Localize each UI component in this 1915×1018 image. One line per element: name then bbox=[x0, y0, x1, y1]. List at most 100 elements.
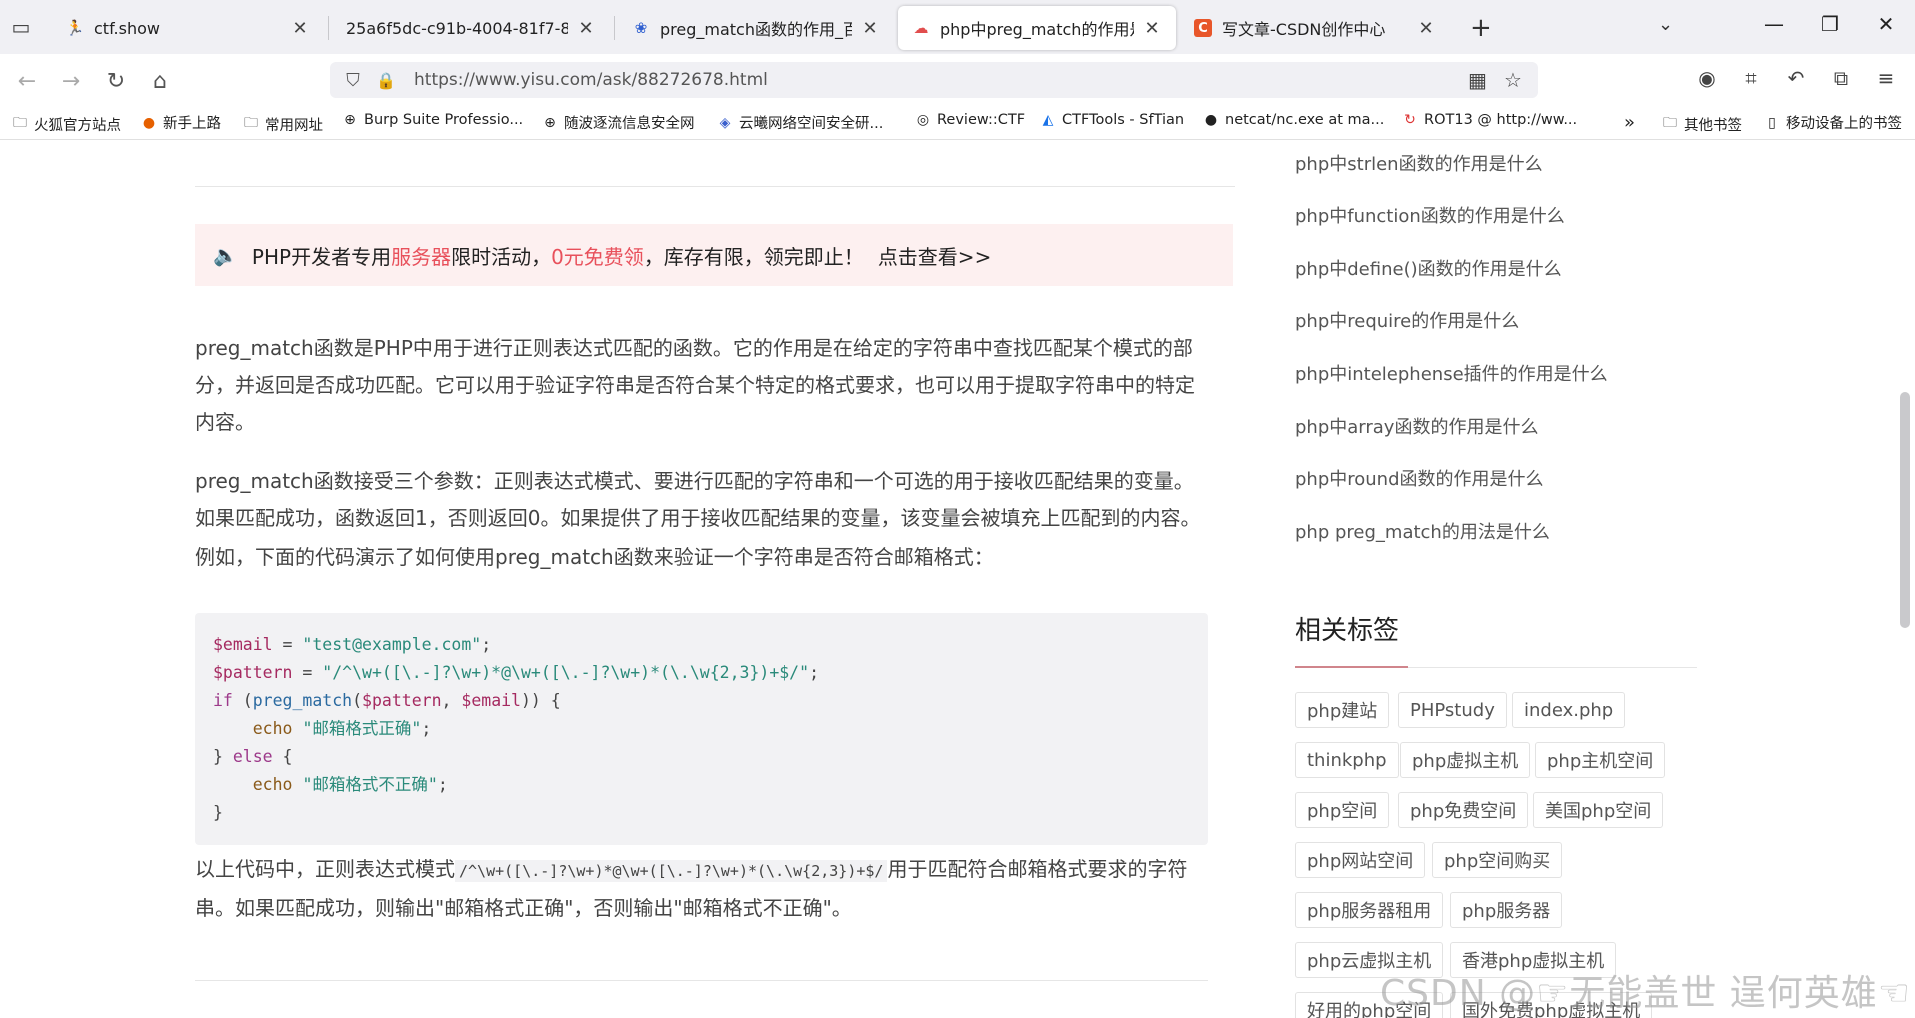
csdn-icon: C bbox=[1194, 19, 1212, 37]
account-icon[interactable]: ◉ bbox=[1692, 66, 1722, 90]
back-button[interactable]: ← bbox=[12, 66, 42, 96]
related-link[interactable]: php preg_match的用法是什么 bbox=[1295, 518, 1550, 544]
navigation-bar: ← → ↻ ⌂ ⛉ 🔒 https://www.yisu.com/ask/882… bbox=[0, 54, 1915, 106]
speaker-icon: 🔈 bbox=[213, 243, 238, 267]
tag[interactable]: php服务器租用 bbox=[1295, 892, 1444, 928]
tag[interactable]: thinkphp bbox=[1295, 742, 1399, 778]
tag[interactable]: php虚拟主机 bbox=[1400, 742, 1531, 778]
close-icon[interactable]: ✕ bbox=[290, 18, 310, 39]
tab-uuid[interactable]: 25a6f5dc-c91b-4004-81f7-8a182 ✕ bbox=[332, 6, 610, 50]
crop-screenshot-icon[interactable]: ⌗ bbox=[1736, 66, 1766, 90]
tab-baidu[interactable]: ❀ preg_match函数的作用_百度搜 ✕ bbox=[618, 6, 894, 50]
bookmarks-toolbar: 🗀 火狐官方站点 ● 新手上路 🗀 常用网址 ⊕ Burp Suite Professi… bbox=[0, 106, 1915, 140]
tab-title: php中preg_match的作用是什么 bbox=[940, 20, 1134, 39]
runner-icon: 🏃 bbox=[65, 19, 85, 37]
url-text[interactable]: https://www.yisu.com/ask/88272678.html bbox=[414, 70, 768, 90]
rot13-icon: ↻ bbox=[1404, 112, 1416, 128]
inline-code: /^\w+([\.-]?\w+)*@\w+([\.-]?\w+)*(\.\w{2… bbox=[455, 860, 888, 882]
bookmark-item[interactable]: ◎ Review::CTF bbox=[915, 112, 1025, 128]
tab-title: preg_match函数的作用_百度搜 bbox=[660, 20, 852, 39]
bookmark-item[interactable]: ● 新手上路 bbox=[141, 112, 221, 133]
folder-icon: 🗀 bbox=[1663, 115, 1677, 131]
bookmark-star-icon[interactable]: ☆ bbox=[1504, 68, 1522, 92]
cloud-icon: ☁ bbox=[913, 19, 929, 37]
close-icon[interactable]: ✕ bbox=[1416, 18, 1436, 39]
related-link[interactable]: php中require的作用是什么 bbox=[1295, 307, 1519, 333]
article-paragraph: preg_match函数是PHP中用于进行正则表达式匹配的函数。它的作用是在给定… bbox=[195, 336, 1195, 434]
bookmark-folder-mobile[interactable]: ▯ 移动设备上的书签 bbox=[1764, 112, 1902, 133]
shield-icon[interactable]: ⛉ bbox=[342, 70, 364, 91]
globe-icon: ⊕ bbox=[544, 114, 556, 131]
close-icon[interactable]: ✕ bbox=[860, 18, 880, 39]
related-link[interactable]: php中round函数的作用是什么 bbox=[1295, 465, 1544, 491]
lock-icon[interactable]: 🔒 bbox=[376, 71, 396, 90]
scrollbar-thumb[interactable] bbox=[1900, 392, 1910, 628]
bookmark-item[interactable]: ● netcat/nc.exe at ma... bbox=[1203, 112, 1384, 128]
bookmark-item[interactable]: 🗀 火狐官方站点 bbox=[12, 112, 121, 136]
url-bar[interactable]: ⛉ 🔒 https://www.yisu.com/ask/88272678.ht… bbox=[330, 62, 1538, 98]
watermark-text: CSDN @☞无能盖世 逞何英雄☜ bbox=[1380, 973, 1912, 1014]
code-block: $email = "test@example.com"; $pattern = … bbox=[195, 613, 1208, 845]
tab-ctfshow[interactable]: 🏃 ctf.show ✕ bbox=[52, 6, 324, 50]
tag[interactable]: php免费空间 bbox=[1398, 792, 1529, 828]
tags-heading: 相关标签 bbox=[1295, 616, 1400, 646]
tab-csdn[interactable]: C 写文章-CSDN创作中心 ✕ bbox=[1180, 6, 1450, 50]
related-link[interactable]: php中strlen函数的作用是什么 bbox=[1295, 150, 1543, 176]
bookmark-item[interactable]: ↻ ROT13 @ http://ww... bbox=[1402, 112, 1577, 128]
cloud-icon: ◈ bbox=[719, 114, 731, 131]
qr-code-icon[interactable]: ▦ bbox=[1468, 68, 1487, 92]
firefox-icon: ● bbox=[142, 114, 156, 131]
close-icon[interactable]: ✕ bbox=[1142, 18, 1162, 39]
tab-yisu-active[interactable]: ☁ php中preg_match的作用是什么 ✕ bbox=[898, 6, 1176, 50]
close-icon[interactable]: ✕ bbox=[576, 18, 596, 39]
forward-button[interactable]: → bbox=[56, 66, 86, 96]
github-icon: ● bbox=[1204, 112, 1218, 128]
tag[interactable]: php空间购买 bbox=[1432, 842, 1563, 878]
extensions-icon[interactable]: ⧉ bbox=[1826, 66, 1856, 90]
tag[interactable]: php网站空间 bbox=[1295, 842, 1426, 878]
tab-list-button[interactable]: ▭ bbox=[0, 0, 42, 54]
menu-icon[interactable]: ≡ bbox=[1871, 66, 1901, 90]
undo-icon[interactable]: ↶ bbox=[1781, 66, 1811, 90]
promo-banner[interactable]: 🔈 PHP开发者专用 服务器 限时活动， 0元免费领 ，库存有限，领完即止！ 点击查看>> bbox=[195, 224, 1233, 286]
tag[interactable]: 美国php空间 bbox=[1533, 792, 1664, 828]
tag[interactable]: php主机空间 bbox=[1535, 742, 1666, 778]
phone-icon: ▯ bbox=[1768, 114, 1776, 131]
chevron-down-icon[interactable]: ⌄ bbox=[1658, 14, 1673, 35]
minimize-button[interactable]: — bbox=[1754, 12, 1794, 36]
bookmark-item[interactable]: ⊕ Burp Suite Professio... bbox=[342, 112, 523, 128]
related-link[interactable]: php中array函数的作用是什么 bbox=[1295, 413, 1538, 439]
article-paragraph: 以上代码中，正则表达式模式/^\w+([\.-]?\w+)*@\w+([\.-]… bbox=[195, 857, 1188, 920]
tag[interactable]: index.php bbox=[1512, 692, 1626, 728]
bookmarks-overflow-icon[interactable]: » bbox=[1624, 112, 1635, 133]
tab-title: 25a6f5dc-c91b-4004-81f7-8a182 bbox=[346, 18, 568, 38]
tag[interactable]: PHPstudy bbox=[1398, 692, 1507, 728]
article-paragraph: 例如，下面的代码演示了如何使用preg_match函数来验证一个字符串是否符合邮… bbox=[195, 545, 994, 569]
home-button[interactable]: ⌂ bbox=[145, 66, 175, 96]
bookmark-item[interactable]: 🗀 常用网址 bbox=[243, 112, 323, 136]
folder-icon: 🗀 bbox=[13, 115, 27, 131]
new-tab-button[interactable]: + bbox=[1470, 13, 1492, 43]
article-paragraph: preg_match函数接受三个参数：正则表达式模式、要进行匹配的字符串和一个可… bbox=[195, 469, 1201, 530]
related-link[interactable]: php中function函数的作用是什么 bbox=[1295, 202, 1565, 228]
bookmark-item[interactable]: ◭ CTFTools - SfTian bbox=[1040, 112, 1184, 128]
bookmark-item[interactable]: ⊕ 随波逐流信息安全网 bbox=[542, 112, 694, 133]
promo-link[interactable]: 点击查看>> bbox=[878, 241, 992, 270]
related-link[interactable]: php中define()函数的作用是什么 bbox=[1295, 255, 1562, 281]
related-link[interactable]: php中intelephense插件的作用是什么 bbox=[1295, 360, 1608, 386]
heading-underline bbox=[1295, 666, 1408, 668]
tag[interactable]: php建站 bbox=[1295, 692, 1390, 728]
wave-icon: ◭ bbox=[1042, 112, 1054, 128]
page-content: 🔈 PHP开发者专用 服务器 限时活动， 0元免费领 ，库存有限，领完即止！ 点击查看>>… bbox=[0, 140, 1915, 1018]
bookmark-folder-other[interactable]: 🗀 其他书签 bbox=[1662, 112, 1742, 136]
folder-icon: 🗀 bbox=[244, 115, 258, 131]
tag[interactable]: php服务器 bbox=[1450, 892, 1563, 928]
tab-title: 写文章-CSDN创作中心 bbox=[1222, 20, 1386, 39]
tag[interactable]: php空间 bbox=[1295, 792, 1390, 828]
close-window-button[interactable]: ✕ bbox=[1866, 12, 1906, 36]
bookmark-item[interactable]: ◈ 云曦网络空间安全研... bbox=[717, 112, 884, 133]
restore-button[interactable]: ❐ bbox=[1810, 12, 1850, 36]
divider bbox=[195, 980, 1208, 981]
tab-bar: ▭ 🏃 ctf.show ✕ 25a6f5dc-c91b-4004-81f7-8… bbox=[0, 0, 1915, 54]
reload-button[interactable]: ↻ bbox=[101, 66, 131, 96]
